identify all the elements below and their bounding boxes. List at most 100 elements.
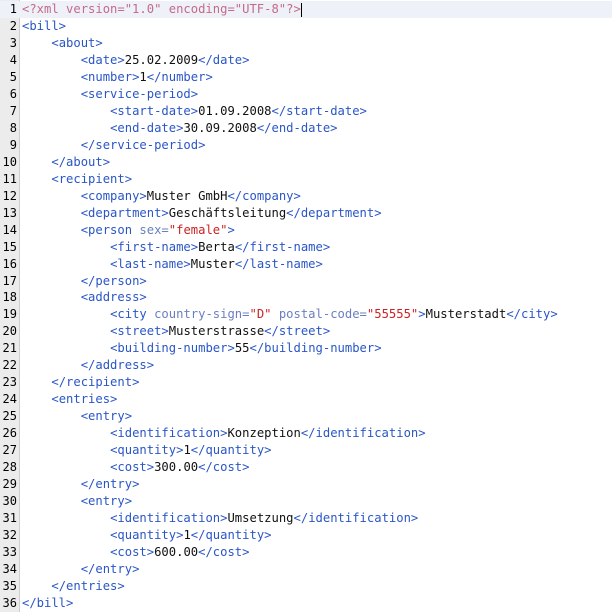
code-line[interactable]: 2 <bill> [0,18,612,35]
code-text[interactable]: <company>Muster GmbH</company> [22,188,301,205]
code-line[interactable]: 3 <about> [0,35,612,52]
code-line[interactable]: 36 </bill> [0,595,612,612]
code-line[interactable]: 13 <department>Geschäftsleitung</departm… [0,205,612,222]
code-line[interactable]: 6 <service-period> [0,86,612,103]
code-text[interactable]: <entry> [22,408,132,425]
code-line[interactable]: 34 </entry> [0,561,612,578]
code-line[interactable]: 31 <identification>Umsetzung</identifica… [0,510,612,527]
xml-tag: <entries> [51,392,118,407]
code-line[interactable]: 24 <entries> [0,391,612,408]
code-line[interactable]: 1 <?xml version="1.0" encoding="UTF-8"?> [0,1,612,18]
xml-text: 1 [139,69,147,84]
xml-tag: <bill> [22,18,67,33]
code-line[interactable]: 27 <quantity>1</quantity> [0,442,612,459]
code-line[interactable]: 21 <building-number>55</building-number> [0,340,612,357]
line-number: 16 [2,256,17,271]
code-line[interactable]: 19 <city country-sign="D" postal-code="5… [0,306,612,323]
code-text[interactable]: </bill> [22,595,73,612]
code-text[interactable]: <identification>Umsetzung</identificatio… [22,510,418,527]
line-number: 31 [2,511,17,526]
code-text[interactable]: <person sex="female"> [22,222,235,239]
code-line[interactable]: 18 <address> [0,289,612,306]
code-text[interactable]: <recipient> [22,171,132,188]
code-text[interactable]: <last-name>Muster</last-name> [22,256,323,273]
code-line[interactable]: 20 <street>Musterstrasse</street> [0,323,612,340]
code-line[interactable]: 25 <entry> [0,408,612,425]
code-text[interactable]: </entries> [22,578,124,595]
code-text[interactable]: <entries> [22,391,117,408]
code-line[interactable]: 14 <person sex="female"> [0,222,612,239]
code-line[interactable]: 7 <start-date>01.09.2008</start-date> [0,103,612,120]
code-text[interactable]: </address> [22,357,154,374]
line-number: 2 [9,18,17,33]
code-text[interactable]: </service-period> [22,137,206,154]
code-text[interactable]: <cost>600.00</cost> [22,544,249,561]
code-line[interactable]: 33 <cost>600.00</cost> [0,544,612,561]
code-text[interactable]: <building-number>55</building-number> [22,340,382,357]
xml-editor[interactable]: 1 <?xml version="1.0" encoding="UTF-8"?> 2… [0,0,612,612]
code-text[interactable]: <street>Musterstrasse</street> [22,323,330,340]
code-text[interactable]: </about> [22,154,110,171]
code-text[interactable]: <entry> [22,493,132,510]
code-line[interactable]: 15 <first-name>Berta</first-name> [0,239,612,256]
code-line[interactable]: 28 <cost>300.00</cost> [0,459,612,476]
xml-tag: > [227,222,235,237]
code-text[interactable]: <quantity>1</quantity> [22,527,271,544]
line-number: 14 [2,222,17,237]
indentation [22,53,81,67]
code-line[interactable]: 32 <quantity>1</quantity> [0,527,612,544]
xml-tag: <entry> [80,409,133,424]
code-line[interactable]: 26 <identification>Konzeption</identific… [0,425,612,442]
code-line[interactable]: 10 </about> [0,154,612,171]
xml-tag: </quantity> [190,443,272,458]
line-number: 15 [2,239,17,254]
code-line[interactable]: 29 </entry> [0,476,612,493]
indentation [22,545,110,559]
code-line[interactable]: 11 <recipient> [0,171,612,188]
line-number: 7 [9,103,17,118]
code-line[interactable]: 23 </recipient> [0,374,612,391]
code-text[interactable]: <about> [22,35,102,52]
code-text[interactable]: </recipient> [22,374,139,391]
code-text[interactable]: <service-period> [22,86,198,103]
code-text[interactable]: <quantity>1</quantity> [22,442,272,459]
indentation [22,375,51,389]
code-line[interactable]: 16 <last-name>Muster</last-name> [0,256,612,273]
code-text[interactable]: <end-date>30.09.2008</end-date> [22,120,337,137]
code-line[interactable]: 17 </person> [0,273,612,290]
code-text[interactable]: <identification>Konzeption</identificati… [22,425,426,442]
code-text[interactable]: <number>1</number> [22,69,213,86]
xml-tag: </cost> [198,460,250,475]
code-line[interactable]: 22 </address> [0,357,612,374]
code-line[interactable]: 4 <date>25.02.2009</date> [0,52,612,69]
xml-tag: </city> [506,307,558,322]
code-text[interactable]: </person> [22,273,147,290]
xml-tag: </identification> [300,426,426,441]
code-text[interactable]: <start-date>01.09.2008</start-date> [22,103,367,120]
code-line[interactable]: 35 </entries> [0,578,612,595]
code-line[interactable]: 30 <entry> [0,493,612,510]
code-text[interactable]: <department>Geschäftsleitung</department… [22,205,382,222]
code-line[interactable]: 5 <number>1</number> [0,69,612,86]
code-text[interactable]: <address> [22,289,147,306]
code-line[interactable]: 9 </service-period> [0,137,612,154]
code-text[interactable]: <bill> [22,18,66,35]
xml-tag: <service-period> [80,86,199,101]
line-number: 35 [2,578,17,593]
code-line[interactable]: 12 <company>Muster GmbH</company> [0,188,612,205]
code-text[interactable]: </entry> [22,476,140,493]
indentation [22,257,110,271]
code-text[interactable]: </entry> [22,561,140,578]
line-number: 32 [2,528,17,543]
indentation [22,189,81,203]
xml-text: 25.02.2009 [124,52,199,67]
code-line[interactable]: 8 <end-date>30.09.2008</end-date> [0,120,612,137]
xml-tag: </person> [80,273,147,288]
code-text[interactable]: <city country-sign="D" postal-code="5555… [22,306,558,323]
xml-tag: </bill> [22,595,74,610]
code-text[interactable]: <date>25.02.2009</date> [22,52,250,69]
code-text[interactable]: <cost>300.00</cost> [22,459,250,476]
code-text[interactable]: <?xml version="1.0" encoding="UTF-8"?> [22,1,302,18]
code-text[interactable]: <first-name>Berta</first-name> [22,239,330,256]
code-lines[interactable]: 1 <?xml version="1.0" encoding="UTF-8"?> 2… [0,1,612,612]
